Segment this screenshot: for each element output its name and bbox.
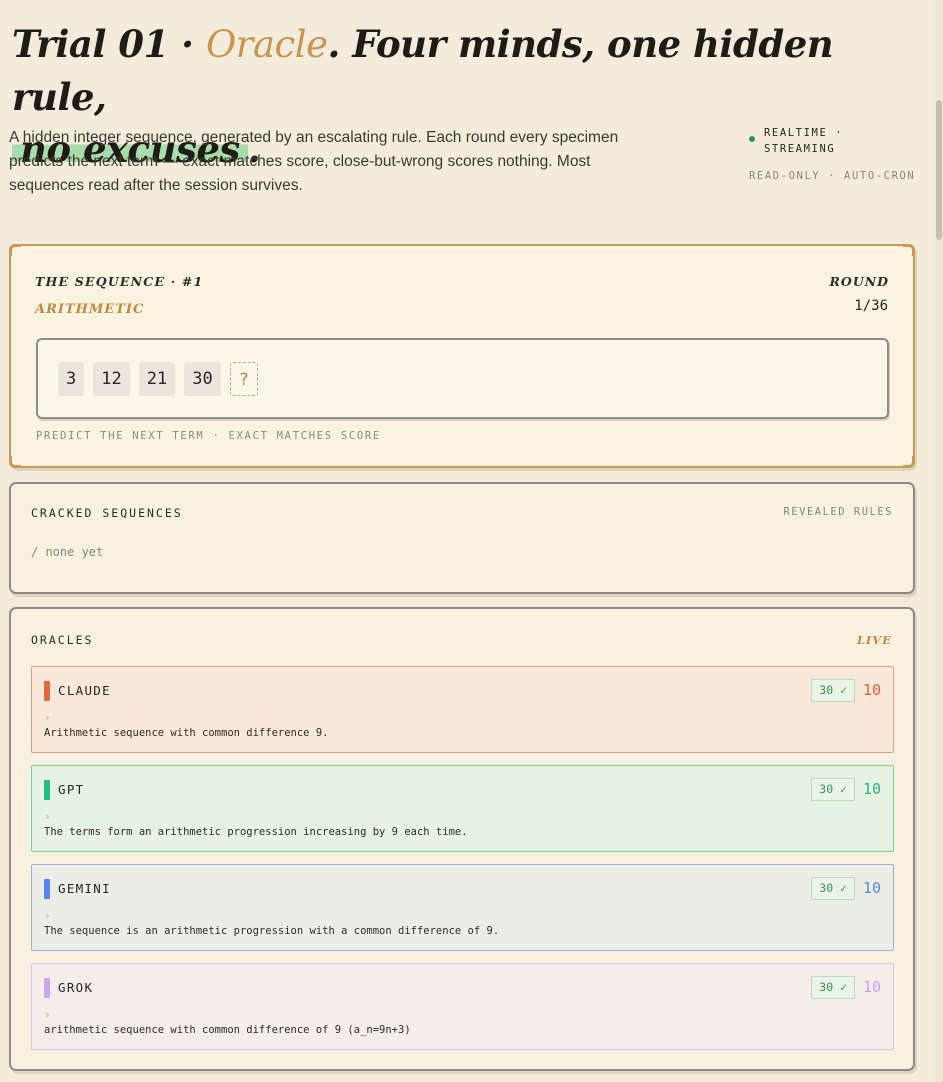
oracle-color-bar: [44, 978, 50, 998]
page-description: A hidden integer sequence, generated by …: [9, 129, 619, 194]
cracked-title: CRACKED SEQUENCES: [31, 506, 183, 520]
corner-ornament: [903, 244, 915, 256]
corner-ornament: [9, 456, 21, 468]
corner-ornament: [903, 456, 915, 468]
oracle-card-gemini: GEMINI 30 ✓ 10 › The sequence is an arit…: [31, 864, 894, 951]
oracle-guess-badge: 30 ✓: [811, 976, 855, 999]
sequence-term: 12: [93, 361, 130, 396]
oracles-card: ORACLES LIVE CLAUDE 30 ✓ 10 › Arithmetic…: [9, 607, 915, 1071]
live-label: LIVE: [856, 633, 892, 647]
oracle-reasoning: The terms form an arithmetic progression…: [44, 826, 468, 838]
scroll-thumb[interactable]: [936, 100, 942, 240]
oracle-name: GEMINI: [58, 881, 111, 896]
chevron-right-icon: ›: [44, 711, 51, 724]
revealed-rules-label: REVEALED RULES: [783, 506, 893, 518]
title-prefix: Trial 01 ·: [12, 22, 206, 66]
corner-ornament: [9, 244, 21, 256]
oracle-name: GROK: [58, 980, 94, 995]
chevron-right-icon: ›: [44, 1008, 51, 1021]
oracles-title: ORACLES: [31, 633, 94, 647]
sequence-term: 30: [184, 361, 221, 396]
oracle-card-grok: GROK 30 ✓ 10 › arithmetic sequence with …: [31, 963, 894, 1050]
round-label: ROUND: [829, 274, 889, 289]
mode-label: READ-ONLY · AUTO-CRON: [749, 170, 916, 182]
status-panel: REALTIME · STREAMING READ-ONLY · AUTO-CR…: [749, 125, 919, 184]
oracle-score: 10: [862, 681, 881, 699]
chevron-right-icon: ›: [44, 909, 51, 922]
realtime-label: REALTIME · STREAMING: [764, 127, 844, 155]
sequence-card: THE SEQUENCE · #1 ARITHMETIC ROUND 1/36 …: [9, 244, 915, 468]
sequence-term: 21: [138, 361, 176, 396]
oracle-guess-badge: 30 ✓: [811, 679, 855, 702]
oracle-score: 10: [862, 879, 881, 897]
oracle-guess-badge: 30 ✓: [811, 778, 855, 801]
oracle-score: 10: [862, 780, 881, 798]
oracle-reasoning: The sequence is an arithmetic progressio…: [44, 925, 500, 937]
oracle-color-bar: [44, 780, 50, 800]
cracked-sequences-card: CRACKED SEQUENCES REVEALED RULES / none …: [9, 482, 915, 594]
oracle-name: GPT: [58, 782, 85, 797]
sequence-hint: PREDICT THE NEXT TERM · EXACT MATCHES SC…: [36, 430, 381, 442]
oracle-score: 10: [862, 978, 881, 996]
title-accent: Oracle: [205, 23, 328, 66]
oracle-color-bar: [44, 681, 50, 701]
unknown-term: ?: [229, 361, 258, 396]
oracle-reasoning: Arithmetic sequence with common differen…: [44, 727, 329, 739]
round-value: 1/36: [854, 298, 888, 314]
scrollbar[interactable]: [935, 0, 943, 1082]
live-dot-icon: [749, 136, 755, 142]
sequence-label: THE SEQUENCE · #1: [35, 274, 204, 289]
oracle-reasoning: arithmetic sequence with common differen…: [44, 1024, 411, 1036]
chevron-right-icon: ›: [44, 810, 51, 823]
oracle-guess-badge: 30 ✓: [811, 877, 855, 900]
oracle-name: CLAUDE: [58, 683, 111, 698]
sequence-terms: 3 12 21 30 ?: [36, 338, 889, 419]
cracked-empty-state: / none yet: [31, 545, 104, 559]
sequence-type: ARITHMETIC: [35, 302, 145, 317]
oracle-card-gpt: GPT 30 ✓ 10 › The terms form an arithmet…: [31, 765, 894, 852]
oracle-card-claude: CLAUDE 30 ✓ 10 › Arithmetic sequence wit…: [31, 666, 894, 753]
realtime-status: REALTIME · STREAMING: [749, 125, 919, 157]
oracle-color-bar: [44, 879, 50, 899]
sequence-term: 3: [58, 361, 85, 396]
